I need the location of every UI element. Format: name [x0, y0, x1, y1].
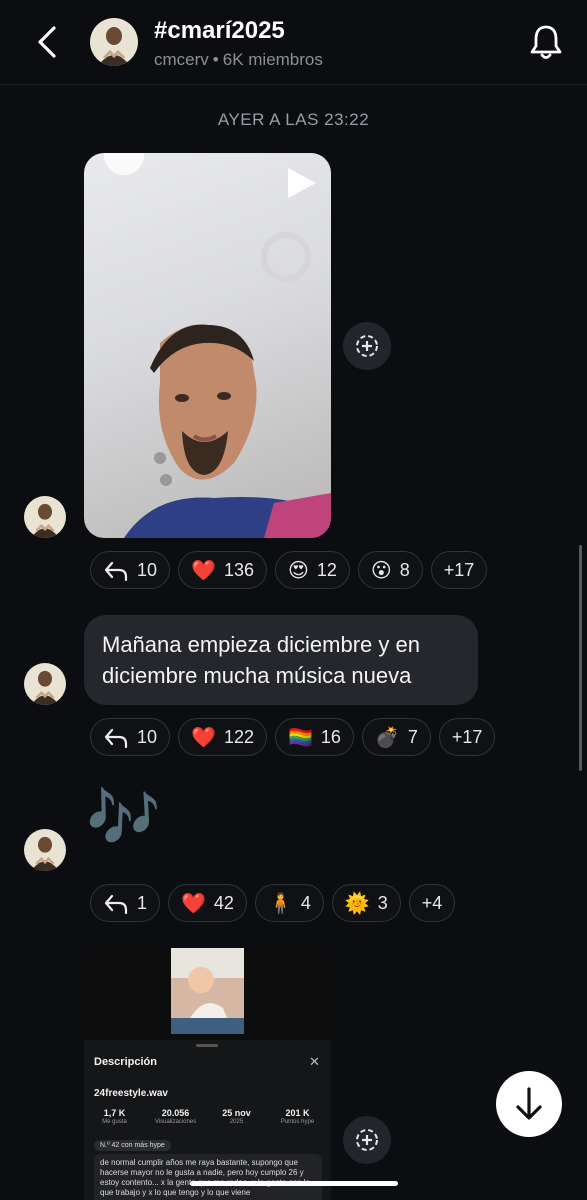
rainbow-flag-emoji: 🏳️‍🌈 — [287, 725, 313, 749]
scroll-to-bottom-button[interactable] — [496, 1071, 562, 1137]
image-message[interactable]: Descripción ✕ 24freestyle.wav 1,7 K Me gu… — [84, 948, 331, 1200]
more-reactions-count: +17 — [451, 726, 483, 747]
chat-header: #cmarí2025 cmcerv • 6K miembros — [0, 0, 587, 85]
add-reaction-button[interactable] — [343, 322, 391, 370]
channel-avatar[interactable] — [90, 18, 138, 66]
reply-count: 10 — [137, 726, 158, 747]
channel-owner: cmcerv — [154, 50, 209, 69]
red-heart-emoji: ❤️ — [181, 891, 206, 915]
reaction-pill[interactable]: 🏳️‍🌈 16 — [274, 718, 354, 756]
play-icon[interactable] — [284, 166, 318, 200]
reaction-pill[interactable]: ❤️ 42 — [168, 884, 247, 922]
stat-likes: 1,7 K Me gusta — [102, 1108, 127, 1125]
separator-dot: • — [212, 50, 219, 69]
more-reactions-button[interactable]: +17 — [438, 718, 496, 756]
stat-date: 25 nov 2025 — [222, 1108, 251, 1125]
reply-count: 10 — [137, 559, 158, 580]
bomb-emoji: 💣 — [374, 725, 400, 749]
back-button[interactable] — [30, 22, 66, 62]
reaction-pill[interactable]: ❤️ 136 — [178, 551, 267, 589]
chevron-left-icon — [38, 26, 56, 58]
sheet-handle — [196, 1044, 218, 1047]
sender-avatar[interactable] — [24, 663, 66, 705]
stat-views: 20.056 Visualizaciones — [154, 1108, 197, 1125]
reaction-count: 136 — [223, 559, 254, 580]
reaction-count: 7 — [407, 726, 418, 747]
reaction-pill[interactable]: ❤️ 122 — [178, 718, 267, 756]
text-message-bubble[interactable]: Mañana empieza diciembre y en diciembre … — [84, 615, 478, 705]
reply-icon — [104, 894, 128, 914]
stats-row: 1,7 K Me gusta 20.056 Visualizaciones 25 n… — [84, 1108, 331, 1125]
reply-count-button[interactable]: 10 — [90, 551, 171, 589]
close-icon: ✕ — [309, 1054, 320, 1069]
reaction-count: 8 — [399, 559, 410, 580]
channel-title: #cmarí2025 — [154, 17, 285, 44]
reaction-bar: 10 ❤️ 122 🏳️‍🌈 16 💣 7 +17 — [90, 718, 496, 756]
scrollbar[interactable] — [579, 545, 582, 771]
more-reactions-count: +4 — [421, 892, 443, 913]
description-sheet: Descripción ✕ 24freestyle.wav 1,7 K Me gu… — [84, 1040, 331, 1200]
reaction-count: 3 — [377, 892, 388, 913]
sun-emoji: 🌞 — [344, 891, 370, 915]
description-text: de normal cumplir años me raya bastante,… — [94, 1154, 322, 1200]
track-filename: 24freestyle.wav — [94, 1088, 168, 1099]
reaction-pill[interactable]: 💣 7 — [361, 718, 431, 756]
reaction-count: 122 — [223, 726, 254, 747]
video-thumbnail — [171, 948, 244, 1034]
reaction-pill[interactable]: 🌞 3 — [331, 884, 401, 922]
reaction-bar: 10 ❤️ 136 😍 12 😮 8 +17 — [90, 551, 488, 589]
channel-subtitle: cmcerv • 6K miembros — [154, 50, 323, 70]
reaction-pill[interactable]: 😮 8 — [357, 551, 423, 589]
sender-avatar[interactable] — [24, 496, 66, 538]
reply-count-button[interactable]: 10 — [90, 718, 171, 756]
reply-icon — [104, 728, 128, 748]
surprised-face-emoji: 😮 — [370, 558, 392, 582]
reaction-count: 42 — [213, 892, 234, 913]
person-standing-emoji: 🧍 — [267, 891, 293, 915]
video-message[interactable] — [84, 153, 331, 538]
more-reactions-count: +17 — [443, 559, 475, 580]
video-thumbnail — [104, 153, 331, 538]
reaction-pill[interactable]: 😍 12 — [274, 551, 350, 589]
reaction-bar: 1 ❤️ 42 🧍 4 🌞 3 +4 — [90, 884, 456, 922]
reaction-count: 12 — [316, 559, 337, 580]
reply-count-button[interactable]: 1 — [90, 884, 161, 922]
red-heart-emoji: ❤️ — [191, 725, 216, 749]
add-reaction-icon — [356, 335, 378, 357]
sender-avatar[interactable] — [24, 829, 66, 871]
reply-count: 1 — [137, 892, 148, 913]
more-reactions-button[interactable]: +4 — [408, 884, 456, 922]
more-reactions-button[interactable]: +17 — [430, 551, 488, 589]
message-timestamp: AYER A LAS 23:22 — [217, 110, 370, 129]
reaction-pill[interactable]: 🧍 4 — [254, 884, 324, 922]
notifications-button[interactable] — [527, 22, 565, 62]
reaction-count: 16 — [320, 726, 341, 747]
reply-icon — [104, 561, 128, 581]
add-reaction-icon — [356, 1129, 378, 1151]
bell-icon — [530, 25, 562, 59]
arrow-down-icon — [516, 1087, 542, 1120]
red-heart-emoji: ❤️ — [191, 558, 216, 582]
add-reaction-button[interactable] — [343, 1116, 391, 1164]
reaction-count: 4 — [300, 892, 311, 913]
stat-hype: 201 K Puntos hype — [280, 1108, 315, 1125]
home-indicator[interactable] — [190, 1181, 398, 1186]
member-count: 6K miembros — [222, 50, 323, 69]
heart-eyes-emoji: 😍 — [287, 558, 309, 582]
hype-badge: N.º 42 con más hype — [94, 1140, 171, 1151]
sheet-title: Descripción — [94, 1056, 157, 1068]
emoji-message[interactable]: 🎶 — [86, 788, 161, 848]
